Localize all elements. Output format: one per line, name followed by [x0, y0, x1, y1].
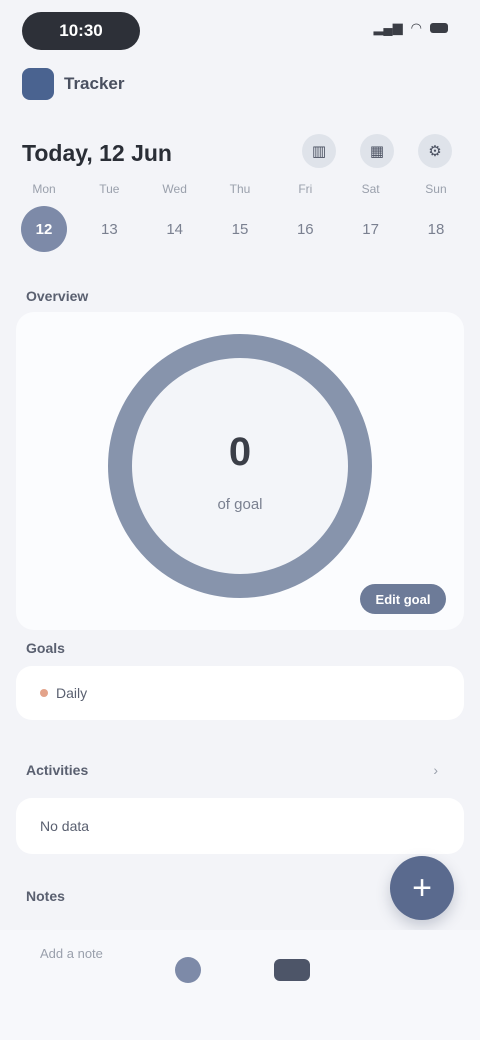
day-item[interactable]: Mon 12: [16, 182, 72, 252]
battery-icon: [430, 23, 448, 33]
day-name: Wed: [162, 182, 187, 196]
goal-row-label: Daily: [56, 685, 88, 701]
stats-button[interactable]: ▥: [302, 134, 336, 168]
day-item[interactable]: Fri 16: [277, 182, 333, 252]
progress-unit: of goal: [217, 496, 263, 513]
day-item[interactable]: Tue 13: [81, 182, 137, 252]
day-number: 14: [166, 220, 183, 238]
edit-goal-button[interactable]: Edit goal: [360, 584, 446, 614]
day-name: Sat: [361, 182, 380, 196]
add-button[interactable]: +: [390, 856, 454, 920]
signal-icon: ▂▄▆: [373, 20, 403, 35]
notes-row-label[interactable]: Add a note: [40, 946, 103, 961]
day-item[interactable]: Wed 14: [147, 182, 203, 252]
day-name: Fri: [298, 182, 313, 196]
day-item[interactable]: Thu 15: [212, 182, 268, 252]
calendar-button[interactable]: ▦: [360, 134, 394, 168]
day-name: Thu: [229, 182, 251, 196]
day-number: 17: [362, 220, 379, 238]
week-strip: Mon 12 Tue 13 Wed 14 Thu 15 Fri 16 Sat 1…: [16, 182, 464, 252]
day-name: Mon: [32, 182, 56, 196]
day-number: 15: [231, 220, 249, 238]
day-item[interactable]: Sat 17: [343, 182, 399, 252]
activities-row-label: No data: [40, 818, 90, 834]
calendar-icon: ▦: [369, 143, 385, 160]
goal-row[interactable]: Daily: [16, 666, 464, 720]
overview-label: Overview: [26, 288, 89, 304]
status-time: 10:30: [22, 12, 140, 50]
activities-card[interactable]: No data: [16, 798, 464, 854]
settings-icon: ⚙: [428, 143, 442, 160]
home-icon: [175, 957, 201, 983]
app-name: Tracker: [64, 74, 125, 93]
day-number: 18: [427, 220, 445, 238]
status-dot: [40, 689, 48, 697]
day-number: 13: [100, 220, 118, 238]
nav-item-stats[interactable]: [254, 950, 330, 990]
plus-icon: +: [412, 868, 432, 907]
app-logo: [22, 68, 54, 100]
stats-icon: [274, 959, 310, 981]
section-label: Notes: [26, 888, 65, 904]
status-icons: ▂▄▆ ◠: [373, 20, 448, 36]
bottom-nav: Add a note: [0, 930, 480, 1040]
bar-chart-icon: ▥: [311, 143, 327, 160]
wifi-icon: ◠: [410, 20, 422, 35]
day-number: 16: [296, 220, 314, 238]
section-label: Activities: [26, 762, 89, 778]
day-name: Sun: [425, 182, 447, 196]
section-label: Goals: [26, 640, 65, 656]
progress-card: 0 of goal Edit goal: [16, 312, 464, 630]
chevron-right-icon[interactable]: ›: [433, 762, 438, 778]
date-title: Today, 12 Jun: [22, 140, 172, 166]
day-item[interactable]: Sun 18: [408, 182, 464, 252]
settings-button[interactable]: ⚙: [418, 134, 452, 168]
day-number: 12: [21, 206, 67, 252]
day-name: Tue: [99, 182, 120, 196]
nav-item-home[interactable]: [150, 950, 226, 990]
progress-value: 0: [228, 430, 252, 474]
